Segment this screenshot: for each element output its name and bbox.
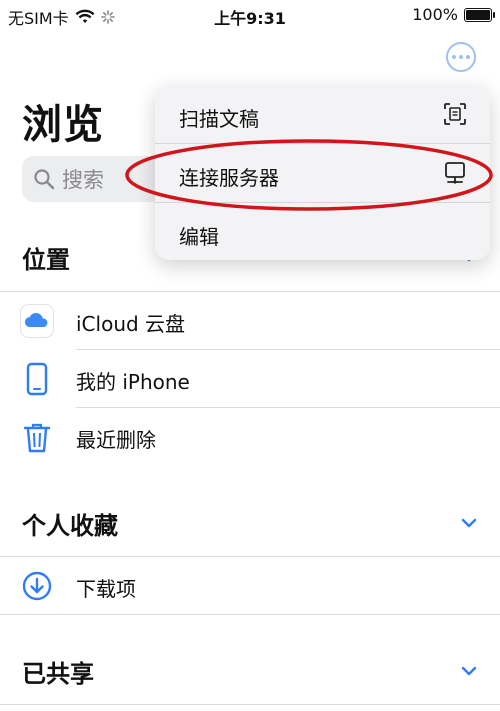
menu-item-scan-documents[interactable]: 扫描文稿 bbox=[155, 85, 490, 143]
page-title: 浏览 bbox=[22, 102, 104, 148]
document-scan-icon bbox=[444, 103, 466, 125]
search-placeholder: 搜索 bbox=[62, 168, 104, 192]
more-options-button[interactable] bbox=[446, 42, 476, 72]
list-item-recently-deleted[interactable]: 最近删除 bbox=[0, 408, 500, 466]
battery-percentage: 100% bbox=[412, 5, 458, 24]
download-icon bbox=[22, 571, 52, 601]
section-header-favorites[interactable]: 个人收藏 bbox=[22, 506, 118, 541]
list-item-icloud[interactable]: iCloud 云盘 bbox=[0, 292, 500, 350]
chevron-down-icon[interactable] bbox=[460, 514, 478, 532]
section-header-shared[interactable]: 已共享 bbox=[22, 654, 94, 689]
context-menu: 扫描文稿 连接服务器 编辑 bbox=[155, 85, 490, 260]
list-item-label: iCloud 云盘 bbox=[76, 312, 186, 336]
list-item-downloads[interactable]: 下载项 bbox=[0, 557, 500, 615]
iphone-icon bbox=[26, 362, 48, 396]
divider bbox=[0, 614, 500, 615]
divider bbox=[0, 704, 500, 705]
list-item-label: 最近删除 bbox=[76, 428, 156, 452]
server-display-icon bbox=[445, 162, 465, 184]
menu-item-label: 连接服务器 bbox=[179, 166, 279, 190]
menu-item-label: 编辑 bbox=[179, 225, 219, 249]
battery-status: 100% bbox=[412, 5, 495, 24]
menu-item-label: 扫描文稿 bbox=[179, 107, 259, 131]
chevron-down-icon[interactable] bbox=[460, 662, 478, 680]
menu-item-edit[interactable]: 编辑 bbox=[155, 203, 490, 261]
menu-item-connect-server[interactable]: 连接服务器 bbox=[155, 144, 490, 202]
status-bar: 无SIM卡 上午9:31 100% bbox=[0, 0, 500, 30]
section-header-locations[interactable]: 位置 bbox=[22, 240, 70, 275]
trash-icon bbox=[23, 423, 51, 453]
battery-icon bbox=[464, 7, 495, 22]
list-item-label: 我的 iPhone bbox=[76, 370, 190, 394]
search-icon bbox=[34, 169, 55, 190]
icloud-icon bbox=[20, 304, 54, 338]
list-item-my-iphone[interactable]: 我的 iPhone bbox=[0, 350, 500, 408]
list-item-label: 下载项 bbox=[76, 577, 136, 601]
